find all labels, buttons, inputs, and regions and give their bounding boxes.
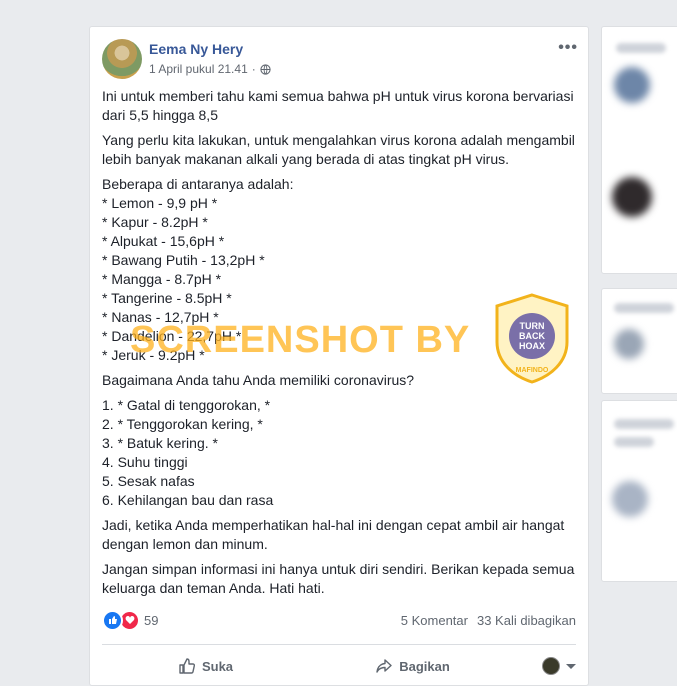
post-text-line: lebih banyak makanan alkali yang berada … <box>102 151 510 167</box>
post-actions: Suka Bagikan <box>102 649 576 683</box>
post-text-line: Bagaimana Anda tahu Anda memiliki corona… <box>102 372 415 388</box>
post-text-line: dengan lemon dan minum. <box>102 536 268 552</box>
more-options-icon[interactable]: ••• <box>558 39 578 57</box>
comments-count-link[interactable]: 5 Komentar <box>401 613 468 628</box>
list-item: 4. Suhu tinggi <box>102 454 188 470</box>
post-text-line: dari 5,5 hingga 8,5 <box>102 107 218 123</box>
list-item: * Bawang Putih - 13,2pH * <box>102 252 265 268</box>
like-reaction-icon <box>102 609 123 631</box>
post-timestamp[interactable]: 1 April pukul 21.41 <box>149 62 248 76</box>
reaction-icons[interactable] <box>102 609 140 631</box>
list-item: * Lemon - 9,9 pH * <box>102 195 218 211</box>
blurred-sidebar-card <box>601 26 677 274</box>
post-paragraph: 1. * Gatal di tenggorokan, * 2. * Tenggo… <box>102 396 578 510</box>
dot-separator: · <box>251 62 256 76</box>
post-text-line: Yang perlu kita lakukan, untuk mengalahk… <box>102 132 575 148</box>
post-paragraph: Bagaimana Anda tahu Anda memiliki corona… <box>102 371 578 390</box>
thumbs-up-icon <box>179 658 195 674</box>
post-meta: 1 April pukul 21.41 · <box>149 62 271 76</box>
post-paragraph: Beberapa di antaranya adalah: * Lemon - … <box>102 175 578 365</box>
share-arrow-icon <box>376 659 392 673</box>
reaction-count[interactable]: 59 <box>144 613 158 628</box>
post-body: Ini untuk memberi tahu kami semua bahwa … <box>102 87 578 604</box>
author-avatar[interactable] <box>102 39 142 79</box>
list-item: * Tangerine - 8.5pH * <box>102 290 232 306</box>
post-text-line: Ini untuk memberi tahu kami semua bahwa … <box>102 88 574 104</box>
shares-count-link[interactable]: 33 Kali dibagikan <box>477 613 576 628</box>
share-label: Bagikan <box>399 658 450 674</box>
list-item: * Jeruk - 9.2pH * <box>102 347 205 363</box>
list-item: 2. * Tenggorokan kering, * <box>102 416 263 432</box>
post-paragraph: Jangan simpan informasi ini hanya untuk … <box>102 560 578 598</box>
list-item: * Nanas - 12,7pH * <box>102 309 219 325</box>
list-item: 6. Kehilangan bau dan rasa <box>102 492 274 508</box>
feed-post: Eema Ny Hery 1 April pukul 21.41 · ••• I… <box>89 26 589 686</box>
list-item: 1. * Gatal di tenggorokan, * <box>102 397 271 413</box>
like-label: Suka <box>201 658 234 674</box>
list-item: 3. * Batuk kering. * <box>102 435 218 451</box>
chevron-down-icon <box>566 663 576 669</box>
blurred-sidebar-card <box>601 288 677 394</box>
post-text-line: Jangan simpan informasi ini hanya untuk … <box>102 561 575 577</box>
list-item: * Kapur - 8.2pH * <box>102 214 208 230</box>
viewer-avatar <box>542 657 560 675</box>
list-item: 5. Sesak nafas <box>102 473 195 489</box>
author-name[interactable]: Eema Ny Hery <box>149 41 243 57</box>
like-button[interactable]: Suka <box>102 657 309 675</box>
list-item: * Alpukat - 15,6pH * <box>102 233 225 249</box>
post-paragraph: Jadi, ketika Anda memperhatikan hal-hal … <box>102 516 578 554</box>
divider <box>102 644 576 645</box>
share-button[interactable]: Bagikan <box>309 657 516 675</box>
post-paragraph: Ini untuk memberi tahu kami semua bahwa … <box>102 87 578 125</box>
post-text-line: Beberapa di antaranya adalah: <box>102 176 294 192</box>
globe-icon[interactable] <box>260 63 271 75</box>
post-text-line: Jadi, ketika Anda memperhatikan hal-hal … <box>102 517 565 533</box>
post-paragraph: Yang perlu kita lakukan, untuk mengalahk… <box>102 131 578 169</box>
list-item: * Mangga - 8.7pH * <box>102 271 222 287</box>
blurred-sidebar-card <box>601 400 677 582</box>
post-text-line: keluarga dan teman Anda. Hati hati. <box>102 580 325 596</box>
post-as-selector[interactable] <box>516 657 576 675</box>
list-item: * Dandelion - 22,7pH * <box>102 328 242 344</box>
reactions-bar: 59 5 Komentar 33 Kali dibagikan <box>102 609 576 631</box>
